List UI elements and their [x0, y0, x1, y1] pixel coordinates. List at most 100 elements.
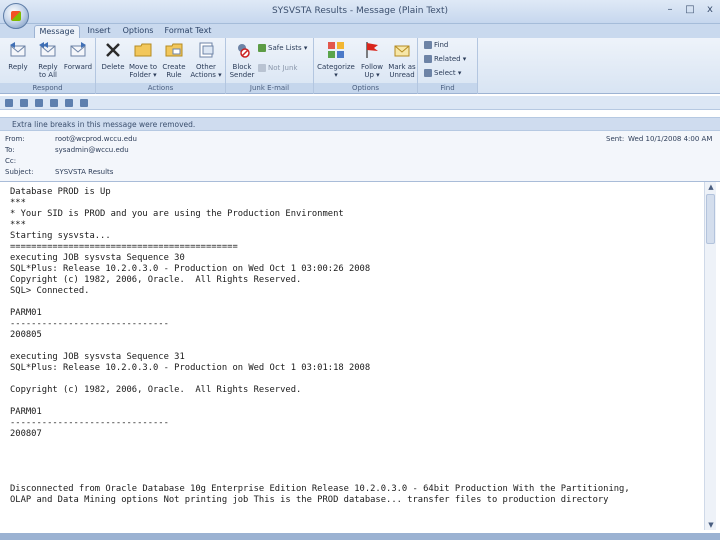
body-line [10, 473, 700, 484]
subject-value: SYSVSTA Results [55, 168, 114, 176]
tab-format-text[interactable]: Format Text [162, 25, 214, 38]
body-line: PARM01 [10, 407, 42, 417]
body-line: SQL*Plus: Release 10.2.0.3.0 - Productio… [10, 363, 371, 373]
junk-email-group-label: Junk E-mail [226, 83, 313, 93]
redo-icon[interactable] [35, 99, 43, 107]
find-group: Find Related ▾ Select ▾ Find [418, 38, 478, 94]
tab-insert[interactable]: Insert [84, 25, 114, 38]
forward-icon [70, 42, 86, 57]
scroll-down-icon[interactable]: ▼ [706, 520, 716, 530]
reply-label: Reply [8, 63, 28, 71]
body-line [10, 451, 700, 462]
scroll-up-icon[interactable]: ▲ [706, 182, 716, 192]
other-actions-label: Other Actions ▾ [190, 63, 222, 79]
envelope-icon [394, 45, 410, 57]
next-item-icon[interactable] [65, 99, 73, 107]
body-line [10, 297, 700, 308]
reply-button[interactable]: Reply [4, 40, 32, 71]
flag-icon [366, 42, 378, 58]
options-group: Categorize ▾ Follow Up ▾ Mark as Unread … [314, 38, 418, 94]
find-button[interactable]: Find [424, 41, 448, 49]
ribbon-tabs: Message Insert Options Format Text [0, 24, 720, 38]
body-line [10, 374, 700, 385]
body-line [10, 341, 700, 352]
binoculars-icon [424, 41, 432, 49]
close-button[interactable]: x [704, 4, 716, 15]
body-line: *** [10, 220, 26, 230]
block-sender-button[interactable]: Block Sender [228, 40, 256, 79]
reply-all-button[interactable]: Reply to All [34, 40, 62, 79]
body-line [10, 396, 700, 407]
find-group-label: Find [418, 83, 477, 93]
subject-label: Subject: [5, 168, 34, 176]
forward-label: Forward [63, 63, 93, 71]
safe-lists-icon [258, 44, 266, 52]
folder-icon [134, 43, 152, 57]
not-junk-button[interactable]: Not Junk [258, 64, 297, 72]
body-line: 200805 [10, 330, 42, 340]
to-label: To: [5, 146, 15, 154]
delete-icon [106, 43, 120, 57]
safe-lists-button[interactable]: Safe Lists ▾ [258, 44, 307, 52]
reply-all-label: Reply to All [38, 63, 58, 79]
scroll-thumb[interactable] [706, 194, 715, 244]
related-button[interactable]: Related ▾ [424, 55, 466, 63]
other-actions-button[interactable]: Other Actions ▾ [189, 40, 223, 79]
rule-icon [165, 43, 183, 57]
info-bar[interactable]: Extra line breaks in this message were r… [0, 117, 720, 131]
mark-unread-button[interactable]: Mark as Unread [386, 40, 418, 79]
options-group-label: Options [314, 83, 417, 93]
create-rule-button[interactable]: Create Rule [160, 40, 188, 79]
save-icon[interactable] [5, 99, 13, 107]
office-button[interactable] [3, 3, 29, 29]
follow-up-button[interactable]: Follow Up ▾ [358, 40, 386, 79]
related-label: Related ▾ [434, 55, 467, 63]
message-header: From: root@wcprod.wccu.edu To: sysadmin@… [0, 131, 720, 181]
create-rule-label: Create Rule [162, 63, 186, 79]
maximize-button[interactable]: □ [684, 4, 696, 15]
message-body[interactable]: Database PROD is Up *** * Your SID is PROD… [10, 187, 700, 506]
find-label: Find [434, 41, 449, 49]
from-label: From: [5, 135, 25, 143]
block-sender-label: Block Sender [229, 63, 255, 79]
body-line: executing JOB sysvsta Sequence 30 [10, 253, 185, 263]
move-to-folder-button[interactable]: Move to Folder ▾ [127, 40, 159, 79]
from-value[interactable]: root@wcprod.wccu.edu [55, 135, 137, 143]
respond-group: Reply Reply to All Forward Respond [0, 38, 96, 94]
delete-label: Delete [101, 63, 125, 71]
categorize-icon [328, 42, 344, 58]
forward-button[interactable]: Forward [63, 40, 93, 71]
tab-options[interactable]: Options [120, 25, 156, 38]
select-button[interactable]: Select ▾ [424, 69, 461, 77]
actions-group-label: Actions [96, 83, 225, 93]
body-line: * Your SID is PROD and you are using the… [10, 209, 344, 219]
body-line: Copyright (c) 1982, 2006, Oracle. All Ri… [10, 275, 302, 285]
categorize-button[interactable]: Categorize ▾ [316, 40, 356, 79]
cc-label: Cc: [5, 157, 17, 165]
vertical-scrollbar[interactable]: ▲ ▼ [704, 182, 716, 530]
title-bar: SYSVSTA Results - Message (Plain Text) –… [0, 0, 720, 24]
ribbon: Reply Reply to All Forward Respond Delet… [0, 38, 720, 94]
block-sender-icon [238, 44, 250, 58]
body-line: SQL> Connected. [10, 286, 90, 296]
actions-group: Delete Move to Folder ▾ Create Rule Othe… [96, 38, 226, 94]
not-junk-label: Not Junk [268, 64, 298, 72]
move-to-folder-label: Move to Folder ▾ [128, 63, 158, 79]
tab-message[interactable]: Message [34, 25, 80, 38]
body-line: *** [10, 198, 26, 208]
body-line: ========================================… [10, 242, 238, 252]
delete-button[interactable]: Delete [100, 40, 126, 71]
to-value[interactable]: sysadmin@wccu.edu [55, 146, 129, 154]
sent-label: Sent: [606, 135, 625, 143]
body-line: Copyright (c) 1982, 2006, Oracle. All Ri… [10, 385, 302, 395]
print-icon[interactable] [80, 99, 88, 107]
body-line: SQL*Plus: Release 10.2.0.3.0 - Productio… [10, 264, 371, 274]
other-actions-icon [199, 42, 214, 58]
previous-item-icon[interactable] [50, 99, 58, 107]
undo-icon[interactable] [20, 99, 28, 107]
safe-lists-label: Safe Lists ▾ [268, 44, 308, 52]
body-line: Disconnected from Oracle Database 10g En… [10, 484, 630, 494]
body-line: PARM01 [10, 308, 42, 318]
junk-email-group: Block Sender Safe Lists ▾ Not Junk Junk … [226, 38, 314, 94]
minimize-button[interactable]: – [664, 4, 676, 15]
